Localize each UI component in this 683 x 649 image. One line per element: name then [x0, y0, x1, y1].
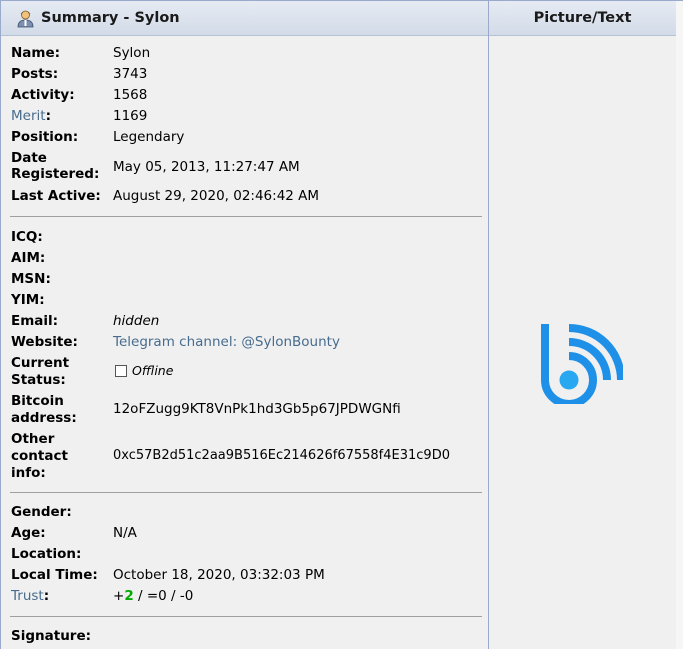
gender-label: Gender: [11, 504, 72, 520]
position-label: Position: [11, 129, 79, 145]
age-value: N/A [113, 525, 137, 541]
msn-label: MSN: [11, 271, 51, 287]
last-active-label: Last Active: [11, 188, 101, 204]
age-label: Age: [11, 525, 46, 541]
location-label: Location: [11, 546, 82, 562]
merit-link[interactable]: Merit [11, 108, 46, 124]
bitcoin-label-line2: address: [11, 410, 77, 426]
merit-colon: : [45, 108, 51, 124]
yim-label: YIM: [11, 292, 45, 308]
divider [10, 492, 482, 493]
trust-colon: : [43, 588, 50, 604]
other-contact-value: 0xc57B2d51c2aa9B516Ec214626f67558f4E31c9… [113, 448, 450, 463]
bitcoin-value: 12oFZugg9KT8VnPk1hd3Gb5p67JPDWGNfi [113, 401, 401, 417]
other-label-line1: Other [11, 431, 55, 447]
position-value: Legendary [113, 129, 185, 145]
trust-plus-sign: + [113, 588, 125, 604]
picture-title: Picture/Text [533, 10, 632, 26]
status-label-line2: Status: [11, 372, 66, 388]
offline-status-icon [115, 365, 127, 377]
last-active-value: August 29, 2020, 02:46:42 AM [113, 188, 320, 204]
summary-title: Summary - Sylon [41, 10, 180, 26]
date-registered-label-line2: Registered: [11, 166, 100, 182]
date-registered-value: May 05, 2013, 11:27:47 AM [113, 159, 300, 175]
website-link[interactable]: Telegram channel: @SylonBounty [113, 332, 340, 352]
trust-link[interactable]: Trust [11, 588, 44, 604]
name-value: Sylon [113, 45, 151, 61]
aim-label: AIM: [11, 250, 46, 266]
date-registered-label-line1: Date [11, 150, 47, 166]
icq-label: ICQ: [11, 229, 43, 245]
trust-rest: / =0 / -0 [133, 588, 194, 604]
activity-label: Activity: [11, 87, 75, 103]
signature-label: Signature: [11, 628, 92, 644]
local-time-label: Local Time: [11, 567, 98, 583]
divider [10, 616, 482, 617]
local-time-value: October 18, 2020, 03:32:03 PM [113, 567, 325, 583]
profile-page: Summary - Sylon Name: Sylon Posts: 3743 … [0, 0, 683, 649]
summary-panel: Summary - Sylon Name: Sylon Posts: 3743 … [1, 1, 488, 649]
other-label-line2: contact [11, 448, 68, 464]
posts-label: Posts: [11, 66, 59, 82]
status-text: Offline [132, 363, 174, 378]
activity-value: 1568 [113, 87, 148, 103]
website-label: Website: [11, 334, 78, 350]
picture-header: Picture/Text [489, 1, 676, 36]
divider [10, 216, 482, 217]
bounty-b-logo-icon [541, 324, 623, 404]
page-edge [676, 1, 683, 649]
posts-value: 3743 [113, 66, 148, 82]
name-label: Name: [11, 45, 61, 61]
summary-body: Name: Sylon Posts: 3743 Activity: 1568 M… [1, 37, 488, 649]
email-label: Email: [11, 313, 59, 329]
summary-header: Summary - Sylon [1, 1, 488, 36]
status-value: Offline [115, 361, 173, 381]
trust-label-wrap: Trust: [11, 588, 49, 605]
picture-body [489, 37, 676, 649]
status-label-line1: Current [11, 355, 70, 371]
merit-label-wrap: Merit: [11, 108, 51, 125]
email-value: hidden [113, 313, 160, 329]
merit-value: 1169 [113, 108, 148, 124]
picture-panel: Picture/Text [489, 1, 676, 649]
other-label-line3: info: [11, 465, 46, 481]
user-profile-icon [17, 10, 34, 28]
bitcoin-label-line1: Bitcoin [11, 393, 64, 409]
trust-value: +2 / =0 / -0 [113, 586, 193, 606]
trust-positive-count: 2 [124, 588, 134, 604]
